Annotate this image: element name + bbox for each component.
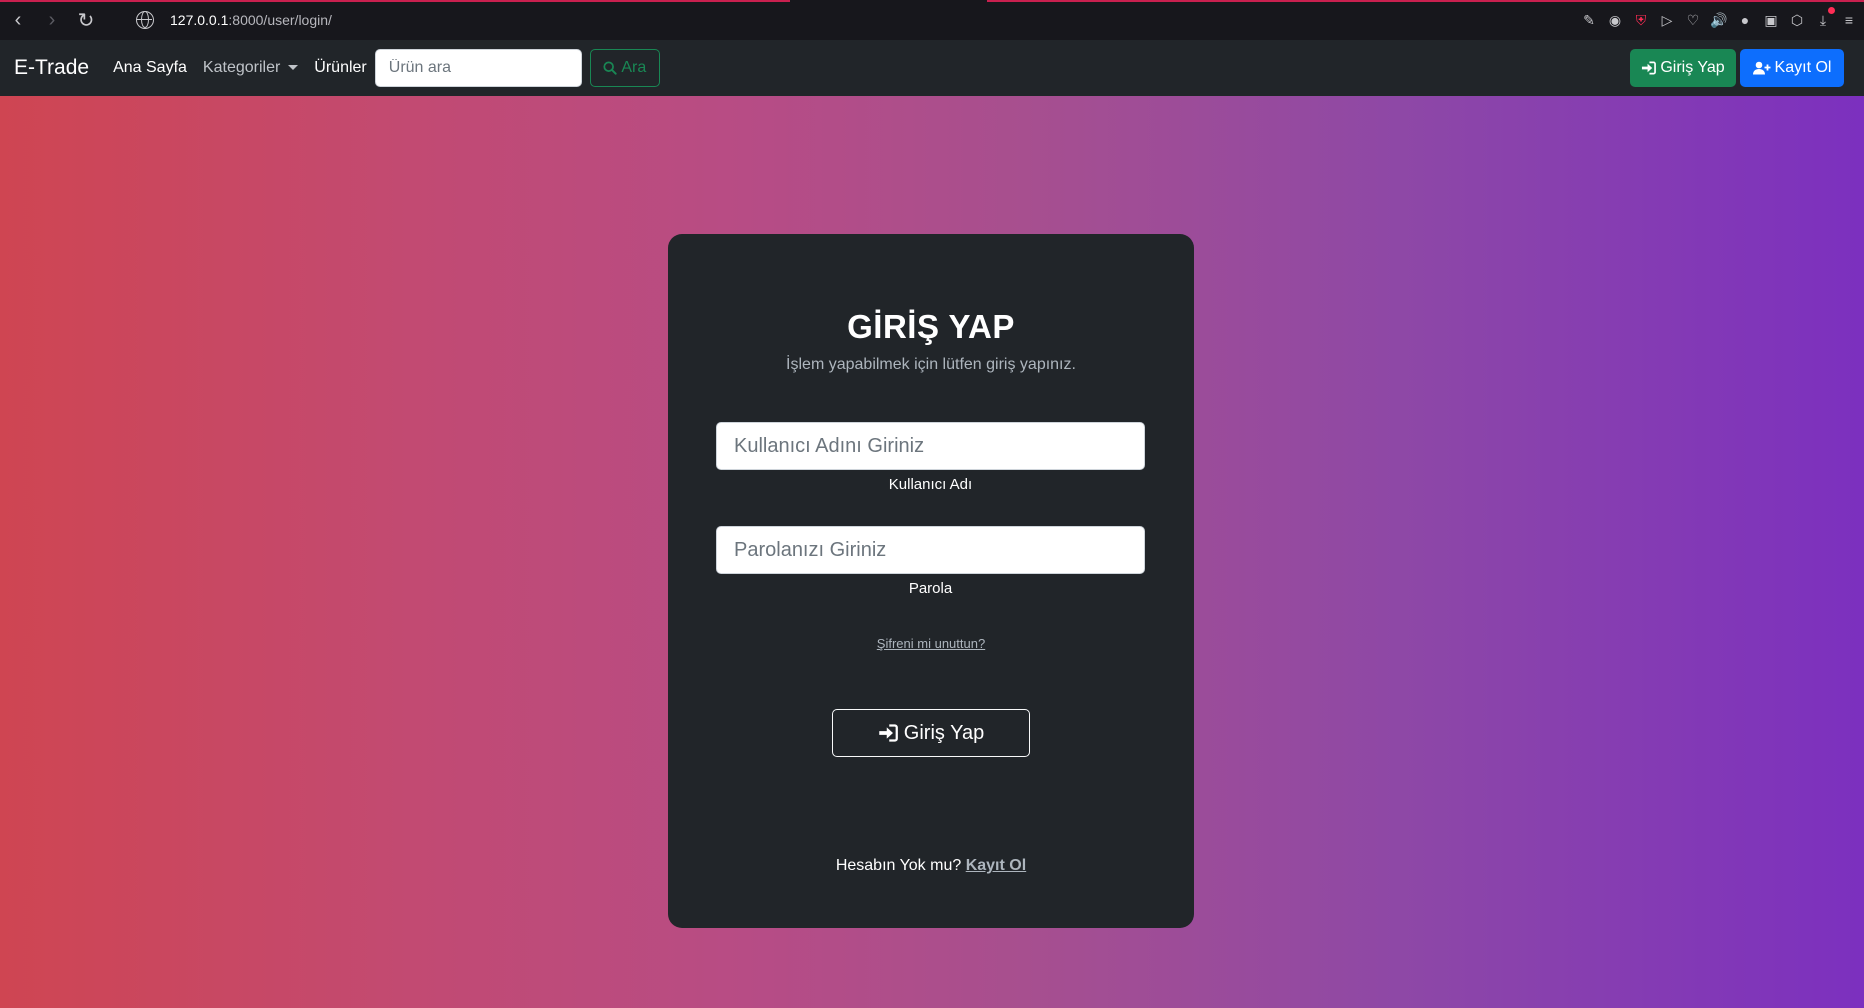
username-input[interactable] (716, 422, 1145, 470)
login-button[interactable]: Giriş Yap (1630, 49, 1736, 87)
nav-products-link[interactable]: Ürünler (314, 59, 366, 77)
search-button[interactable]: Ara (589, 49, 660, 87)
nav-categories-dropdown[interactable]: Kategoriler (202, 59, 299, 77)
nav-home-link[interactable]: Ana Sayfa (113, 59, 187, 77)
register-link[interactable]: Kayıt Ol (966, 857, 1026, 874)
password-input[interactable] (716, 526, 1145, 574)
heart-icon[interactable]: ♡ (1684, 11, 1702, 29)
speaker-icon[interactable]: 🔊 (1710, 11, 1728, 29)
url-host: 127.0.0.1 (170, 12, 229, 28)
no-account-text: Hesabın Yok mu? (835, 857, 962, 874)
address-bar[interactable]: 127.0.0.1:8000/user/login/ (136, 11, 332, 29)
site-navbar: E-Trade Ana Sayfa Kategoriler Ürünler Ar… (0, 40, 1864, 96)
search-button-label: Ara (621, 59, 647, 76)
caret-down-icon (288, 65, 299, 71)
brand-logo[interactable]: E-Trade (14, 56, 89, 80)
url-path: :8000/user/login/ (228, 12, 332, 28)
login-title: GİRİŞ YAP (847, 308, 1015, 345)
extension-icon[interactable]: ● (1736, 11, 1754, 29)
sign-in-icon (1642, 61, 1657, 75)
login-page-background: GİRİŞ YAP İşlem yapabilmek için lütfen g… (0, 96, 1864, 1008)
back-icon[interactable]: ‹ (2, 4, 34, 36)
share-icon[interactable]: ✎ (1580, 11, 1598, 29)
submit-login-button[interactable]: Giriş Yap (832, 709, 1030, 757)
download-icon[interactable]: ⤓ (1814, 7, 1835, 29)
no-account-row: Hesabın Yok mu? Kayıt Ol (668, 857, 1194, 875)
reload-icon[interactable]: ↻ (70, 4, 102, 36)
extension-toolbar: ✎ ◉ ⛨ ▷ ♡ 🔊 ● ▣ ⬡ ⤓ ≡ (1580, 0, 1864, 40)
notification-dot (1828, 7, 1835, 14)
send-icon[interactable]: ▷ (1658, 11, 1676, 29)
cube-icon[interactable]: ⬡ (1788, 11, 1806, 29)
password-label: Parola (908, 580, 953, 597)
submit-login-label: Giriş Yap (903, 721, 985, 744)
browser-toolbar: ‹ › ↻ 127.0.0.1:8000/user/login/ ✎ ◉ ⛨ ▷… (0, 0, 1864, 40)
forgot-password-link[interactable]: Şifreni mi unuttun? (668, 636, 1194, 651)
user-plus-icon (1752, 61, 1771, 75)
nav-categories-label: Kategoriler (202, 59, 281, 76)
login-card: GİRİŞ YAP İşlem yapabilmek için lütfen g… (668, 234, 1194, 928)
register-button[interactable]: Kayıt Ol (1740, 49, 1844, 87)
search-icon (603, 61, 617, 75)
username-group: Kullanıcı Adı (716, 422, 1145, 493)
shield-icon[interactable]: ⛨ (1632, 11, 1650, 29)
sign-in-icon (879, 724, 898, 742)
menu-icon[interactable]: ≡ (1840, 11, 1858, 29)
camera-icon[interactable]: ◉ (1606, 11, 1624, 29)
register-button-label: Kayıt Ol (1774, 59, 1832, 76)
extension-s-icon[interactable]: ▣ (1762, 11, 1780, 29)
globe-icon (136, 11, 154, 29)
search-input[interactable] (374, 49, 582, 87)
username-label: Kullanıcı Adı (888, 476, 973, 493)
login-button-label: Giriş Yap (1660, 59, 1725, 76)
login-subtitle: İşlem yapabilmek için lütfen giriş yapın… (786, 356, 1076, 373)
loading-indicator (0, 0, 790, 2)
password-group: Parola (716, 526, 1145, 597)
forward-icon[interactable]: › (36, 4, 68, 36)
